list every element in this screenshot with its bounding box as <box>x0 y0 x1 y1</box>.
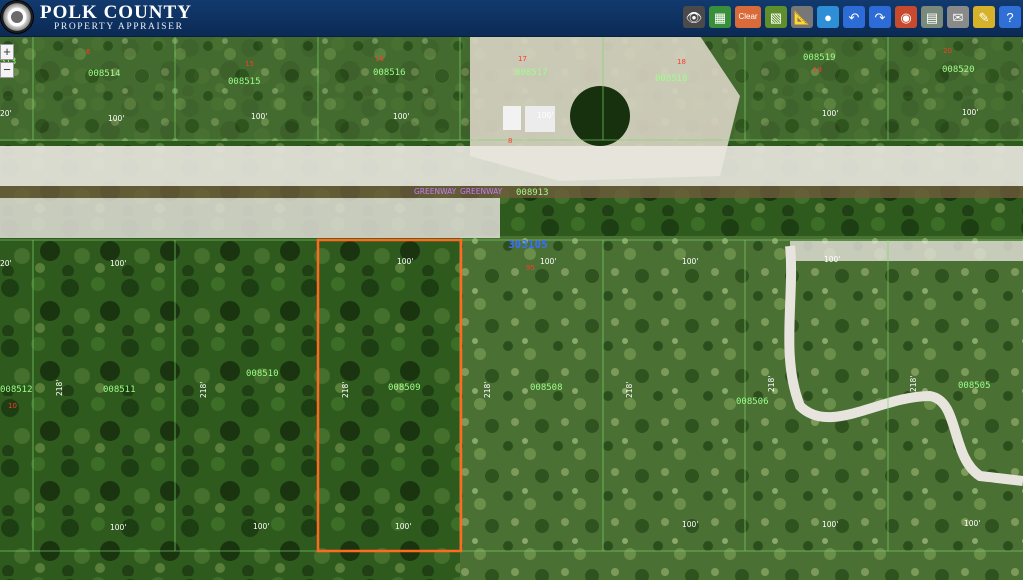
svg-text:218': 218' <box>909 376 918 392</box>
parcel-label[interactable]: 008506 <box>736 397 769 407</box>
svg-text:10: 10 <box>8 402 17 410</box>
zoom-out-button[interactable]: − <box>0 62 14 78</box>
svg-text:18: 18 <box>677 58 686 66</box>
svg-text:218': 218' <box>199 382 208 398</box>
svg-text:100': 100' <box>251 112 267 121</box>
parcel-label[interactable]: 008515 <box>228 77 261 87</box>
redo-icon[interactable]: ↷ <box>869 6 891 28</box>
parcel-label[interactable]: 008508 <box>530 383 563 393</box>
svg-text:17: 17 <box>518 55 527 63</box>
edit-icon[interactable]: ✎ <box>973 6 995 28</box>
app-subtitle: PROPERTY APPRAISER <box>54 22 184 32</box>
county-seal-logo <box>1 1 33 33</box>
svg-text:100': 100' <box>682 257 698 266</box>
building <box>503 106 521 130</box>
zoom-in-button[interactable]: + <box>0 44 14 60</box>
parcel-label[interactable]: 008518 <box>655 74 688 84</box>
parcel-label[interactable]: 008519 <box>803 53 836 63</box>
parcel-label[interactable]: 008516 <box>373 68 406 78</box>
parcel-label[interactable]: 008514 <box>88 69 121 79</box>
parcel-label[interactable]: 008509 <box>388 383 421 393</box>
svg-text:100': 100' <box>393 112 409 121</box>
mail-icon[interactable]: ✉ <box>947 6 969 28</box>
svg-text:20': 20' <box>0 259 12 268</box>
svg-text:19: 19 <box>813 66 822 74</box>
road-shoulder <box>0 186 1023 198</box>
sand-road-south <box>0 198 500 238</box>
svg-text:100': 100' <box>964 519 980 528</box>
help-icon[interactable]: ? <box>999 6 1021 28</box>
clear-button[interactable]: Clear <box>735 6 761 28</box>
map-toolbar: 👁 ▦ Clear ▧ 📐 ● ↶ ↷ ◉ ▤ ✉ ✎? <box>683 6 1021 30</box>
street-name: GREENWAY <box>460 187 503 196</box>
road-parcel-label[interactable]: 008913 <box>516 188 549 198</box>
app-title: POLK COUNTY <box>40 2 192 23</box>
scrub-terrain <box>460 236 1023 580</box>
svg-text:95: 95 <box>526 264 535 272</box>
parcel-label[interactable]: 008511 <box>103 385 136 395</box>
svg-text:100': 100' <box>537 111 553 120</box>
parcel-label[interactable]: 008520 <box>942 65 975 75</box>
svg-text:100': 100' <box>108 114 124 123</box>
svg-text:218': 218' <box>767 376 776 392</box>
svg-text:100': 100' <box>824 255 840 264</box>
svg-text:100': 100' <box>110 259 126 268</box>
zoom-control: + − <box>0 44 14 80</box>
parcel-label[interactable]: 008517 <box>515 68 548 78</box>
layers-icon[interactable]: ▦ <box>709 6 731 28</box>
map-icon[interactable]: ▧ <box>765 6 787 28</box>
sand-road-north <box>0 146 1023 186</box>
svg-text:100': 100' <box>397 257 413 266</box>
svg-text:218': 218' <box>341 382 350 398</box>
svg-text:100': 100' <box>540 257 556 266</box>
svg-text:100': 100' <box>253 522 269 531</box>
svg-text:100': 100' <box>682 520 698 529</box>
tree-cluster <box>570 86 630 146</box>
app-header: POLK COUNTY PROPERTY APPRAISER 👁 ▦ Clear ▧ 📐… <box>0 0 1023 37</box>
svg-text:20: 20 <box>943 47 952 55</box>
print-icon[interactable]: ▤ <box>921 6 943 28</box>
svg-text:20': 20' <box>0 109 12 118</box>
svg-text:218': 218' <box>483 382 492 398</box>
globe-icon[interactable]: ● <box>817 6 839 28</box>
parcel-label[interactable]: 008510 <box>246 369 279 379</box>
svg-text:218': 218' <box>625 382 634 398</box>
svg-text:15: 15 <box>245 60 254 68</box>
binoculars-icon[interactable]: 👁 <box>683 6 705 28</box>
svg-text:8: 8 <box>508 137 512 145</box>
aerial-map[interactable]: 513 008514 008515 008516 008517 008518 0… <box>0 36 1023 580</box>
svg-text:100': 100' <box>822 109 838 118</box>
block-number: 303105 <box>508 238 548 251</box>
svg-text:218': 218' <box>55 380 64 396</box>
svg-text:100': 100' <box>822 520 838 529</box>
svg-text:100': 100' <box>110 523 126 532</box>
bookmark-icon[interactable]: ◉ <box>895 6 917 28</box>
street-name: GREENWAY <box>414 187 457 196</box>
parcel-label[interactable]: 008512 <box>0 385 33 395</box>
undo-icon[interactable]: ↶ <box>843 6 865 28</box>
svg-text:6: 6 <box>86 48 91 56</box>
svg-text:16: 16 <box>375 55 384 63</box>
svg-text:100': 100' <box>395 522 411 531</box>
parcel-label[interactable]: 008505 <box>958 381 991 391</box>
svg-text:100': 100' <box>962 108 978 117</box>
measure-icon[interactable]: 📐 <box>791 6 813 28</box>
